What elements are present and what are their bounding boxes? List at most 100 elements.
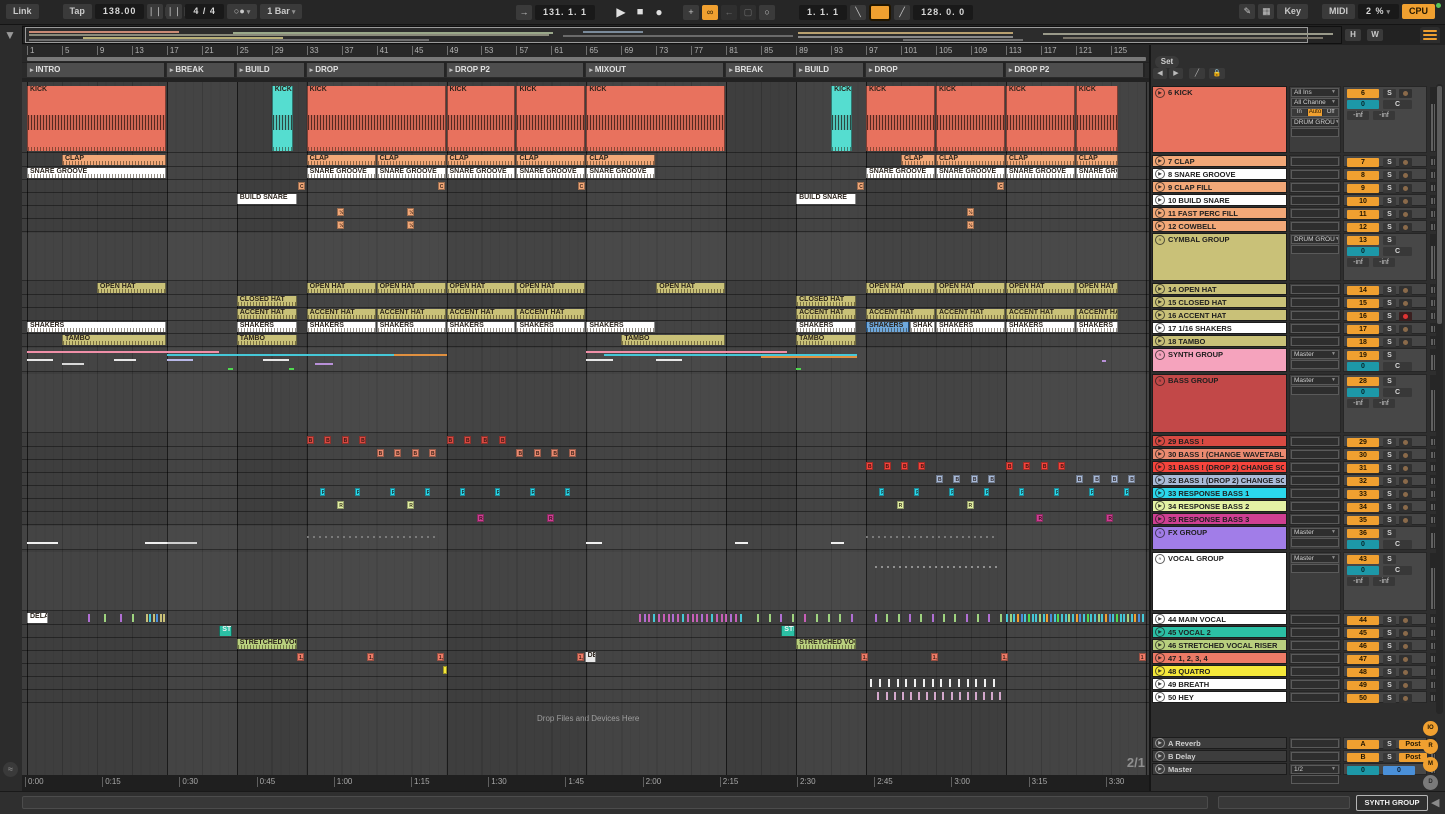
track-number-box[interactable]: 49	[1347, 681, 1379, 690]
track-number-box[interactable]: 31	[1347, 464, 1379, 473]
midi-tick[interactable]	[780, 614, 782, 622]
solo-button[interactable]: S	[1383, 210, 1396, 219]
clip-kick-f[interactable]: KICK - F	[272, 86, 293, 151]
clip-shakers[interactable]: SHAKERS	[307, 322, 376, 332]
clip-shakers[interactable]: SHAKERS	[377, 322, 446, 332]
track-header-48-quatro[interactable]: ▶48 QUATRO48S	[1150, 665, 1445, 677]
clip-build-snare[interactable]: BUILD SNARE	[237, 194, 297, 204]
midi-tick[interactable]	[1094, 614, 1096, 622]
clip-tick[interactable]: R	[897, 501, 904, 509]
track-play-icon[interactable]: ▶	[1155, 436, 1165, 446]
clip-tick[interactable]	[443, 666, 447, 674]
track-header-vocal-group[interactable]: ≈VOCAL GROUPMaster▼43S0C-inf-inf	[1150, 552, 1445, 611]
clip-tick[interactable]: B	[884, 462, 891, 470]
track-play-icon[interactable]: ▶	[1155, 310, 1165, 320]
track-name[interactable]: ▶47 1, 2, 3, 4	[1152, 652, 1287, 664]
clip-slot-box[interactable]	[1291, 515, 1339, 524]
clip-clap[interactable]: CLAP	[377, 155, 446, 165]
pan-box[interactable]: C	[1383, 540, 1412, 549]
track-header-b-delay[interactable]: ▶B DelayBSPost	[1150, 750, 1445, 762]
arm-button[interactable]	[1399, 694, 1412, 703]
clip-shakers[interactable]: SHAKERS	[866, 322, 909, 332]
track-number-box[interactable]: 45	[1347, 629, 1379, 638]
pan-box[interactable]: C	[1383, 566, 1412, 575]
locator-build-7[interactable]: ▸BUILD	[796, 63, 865, 77]
track-name[interactable]: ▶B Delay	[1152, 750, 1287, 762]
clip-tick[interactable]: B	[918, 462, 925, 470]
track-name[interactable]: ▶49 BREATH	[1152, 678, 1287, 690]
midi-tick[interactable]	[1017, 614, 1019, 622]
locator-drop-3[interactable]: ▸DROP	[307, 63, 446, 77]
track-name[interactable]: ▶50 HEY	[1152, 691, 1287, 703]
arrangement-overview[interactable]	[22, 26, 1342, 44]
clip-shakers[interactable]: SHAKERS	[447, 322, 516, 332]
track-header-fx-group[interactable]: ≈FX GROUPMaster▼36S0C	[1150, 526, 1445, 550]
midi-tick[interactable]	[1116, 614, 1118, 622]
clip-slot-box[interactable]	[1291, 298, 1339, 307]
solo-button[interactable]: S	[1383, 299, 1396, 308]
routing-select[interactable]: Master▼	[1291, 528, 1339, 537]
lane-9-clap-fill[interactable]: CCCCC	[22, 181, 1149, 193]
clip-tick[interactable]: 1	[1139, 653, 1146, 661]
track-play-icon[interactable]: ▶	[1155, 666, 1165, 676]
midi-tick[interactable]	[687, 614, 689, 622]
send-a-box[interactable]: -inf	[1347, 577, 1369, 586]
clip-slot-box[interactable]	[1291, 667, 1339, 676]
track-name[interactable]: ▶30 BASS ! (CHANGE WAVETABLE)	[1152, 448, 1287, 460]
midi-tick[interactable]	[132, 614, 134, 622]
lane-33-response-bass-1[interactable]: RRRRRRRRRRRRRRRR	[22, 487, 1149, 499]
track-header-30-bass-change-wavetable[interactable]: ▶30 BASS ! (CHANGE WAVETABLE)30S	[1150, 448, 1445, 460]
track-name[interactable]: ▶11 FAST PERC FILL	[1152, 207, 1287, 219]
track-play-icon[interactable]: ▶	[1155, 336, 1165, 346]
mixer-section-toggle-r[interactable]: R	[1423, 739, 1438, 754]
mixer-section-toggle-m[interactable]: M	[1423, 757, 1438, 772]
track-name[interactable]: ▶14 OPEN HAT	[1152, 283, 1287, 295]
solo-button[interactable]: S	[1383, 753, 1396, 762]
clip-tick[interactable]: B	[342, 436, 349, 444]
clip-tambo[interactable]: TAMBO	[796, 335, 856, 345]
track-number-box[interactable]: 34	[1347, 503, 1379, 512]
clip-snare-groove[interactable]: SNARE GROOVE	[936, 168, 1005, 178]
solo-button[interactable]: S	[1383, 351, 1396, 360]
clip-tick[interactable]: ½	[967, 208, 974, 216]
track-name[interactable]: ≈SYNTH GROUP	[1152, 348, 1287, 372]
arm-button[interactable]	[1399, 451, 1412, 460]
track-play-icon[interactable]: ▶	[1155, 501, 1165, 511]
clip-closed-hat[interactable]: CLOSED HAT	[796, 296, 856, 306]
locator-drop-8[interactable]: ▸DROP	[866, 63, 1005, 77]
track-header-14-open-hat[interactable]: ▶14 OPEN HAT14S	[1150, 283, 1445, 295]
track-name[interactable]: ▶6 KICK	[1152, 86, 1287, 153]
track-header-16-accent-hat[interactable]: ▶16 ACCENT HAT16S	[1150, 309, 1445, 321]
clip-slot-box[interactable]	[1291, 311, 1339, 320]
midi-tick[interactable]	[1043, 614, 1045, 622]
arm-button[interactable]	[1399, 503, 1412, 512]
clip-open-hat[interactable]: OPEN HAT	[866, 283, 935, 293]
clip-tick[interactable]: 1,	[437, 653, 444, 661]
midi-tick[interactable]	[711, 614, 713, 622]
track-name[interactable]: ≈FX GROUP	[1152, 526, 1287, 550]
solo-button[interactable]: S	[1383, 184, 1396, 193]
track-play-icon[interactable]: ▶	[1155, 679, 1165, 689]
solo-button[interactable]: S	[1383, 171, 1396, 180]
clip-tick[interactable]: B	[359, 436, 366, 444]
clip-slot-box[interactable]	[1291, 615, 1339, 624]
clip-tick[interactable]: B	[1006, 462, 1013, 470]
clip-kick[interactable]: KICK	[1006, 86, 1075, 151]
lane-45-vocal-2[interactable]: STRESTRE	[22, 626, 1149, 638]
midi-tick[interactable]	[909, 614, 911, 622]
clip-open-hat[interactable]: OPEN HAT	[97, 283, 166, 293]
midi-tick[interactable]	[725, 614, 727, 622]
lane-cymbal-group[interactable]	[22, 233, 1149, 281]
midi-tick[interactable]	[1010, 614, 1012, 622]
midi-tick[interactable]	[1083, 614, 1085, 622]
mixer-section-toggle-d[interactable]: D	[1423, 775, 1438, 790]
track-name[interactable]: ▶45 VOCAL 2	[1152, 626, 1287, 638]
track-play-icon[interactable]: ▶	[1155, 640, 1165, 650]
midi-tick[interactable]	[653, 614, 655, 622]
lane-49-breath[interactable]	[22, 678, 1149, 690]
midi-tick[interactable]	[1101, 614, 1103, 622]
clip-open-hat[interactable]: OPEN HAT	[516, 283, 585, 293]
midi-tick[interactable]	[716, 614, 718, 622]
track-number-box[interactable]: 7	[1347, 158, 1379, 167]
midi-tick[interactable]	[984, 679, 986, 687]
